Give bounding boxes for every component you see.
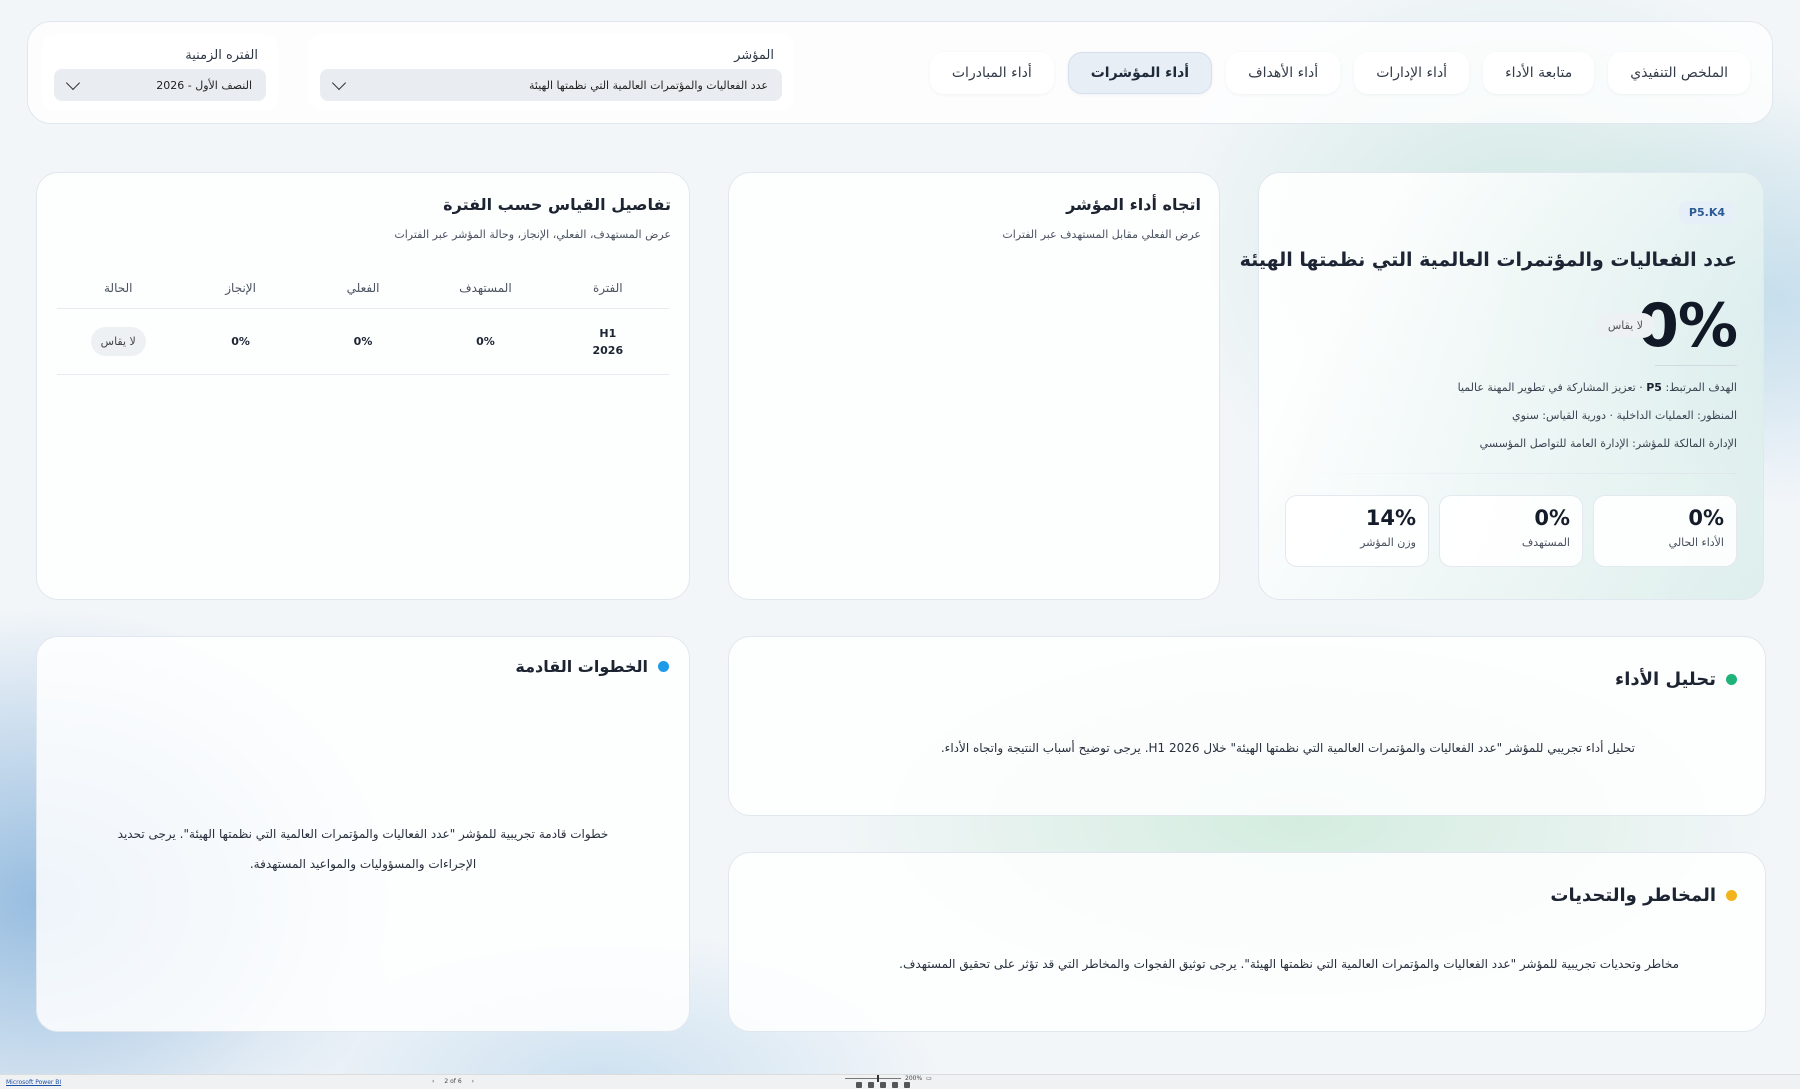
column-header-actual[interactable]: الفعلي xyxy=(302,281,424,295)
yellow-dot-icon xyxy=(1726,890,1737,901)
page-indicator: 2 of 6 xyxy=(444,1078,462,1085)
kpi-status-badge: لا يقاس xyxy=(1595,313,1655,338)
column-header-status[interactable]: الحالة xyxy=(57,281,179,295)
fit-page-icon[interactable]: ▭ xyxy=(926,1075,932,1082)
next-steps-card: الخطوات القادمة خطوات قادمة تجريبية للمؤ… xyxy=(36,636,690,1032)
stat-label: وزن المؤشر xyxy=(1360,536,1416,549)
period-half: H1 xyxy=(599,326,617,340)
next-steps-title: الخطوات القادمة xyxy=(515,657,648,676)
kpi-code-badge: P5.K4 xyxy=(1678,201,1735,224)
page-tabs: الملخص التنفيذي متابعة الأداء أداء الإدا… xyxy=(929,52,1750,94)
indicator-filter: المؤشر عدد الفعاليات والمؤتمرات العالمية… xyxy=(308,34,794,111)
prev-page-icon[interactable]: ‹ xyxy=(432,1078,434,1085)
cell-actual: 0% xyxy=(353,335,373,348)
next-steps-header: الخطوات القادمة xyxy=(515,657,669,676)
page-navigator: ‹ 2 of 6 › xyxy=(432,1078,474,1085)
stat-label: الأداء الحالي xyxy=(1668,536,1724,549)
next-page-icon[interactable]: › xyxy=(472,1078,474,1085)
zoom-slider[interactable] xyxy=(845,1075,901,1082)
stat-target: 0% المستهدف xyxy=(1439,495,1583,567)
goal-label: الهدف المرتبط: xyxy=(1665,381,1737,394)
email-icon[interactable] xyxy=(892,1082,898,1088)
details-title: تفاصيل القياس حسب الفترة xyxy=(443,195,671,214)
stat-value: 14% xyxy=(1365,506,1416,530)
period-filter-label: الفتره الزمنية xyxy=(185,48,258,63)
fullscreen-icon[interactable] xyxy=(904,1082,910,1088)
risks-title: المخاطر والتحديات xyxy=(1550,885,1716,906)
stat-value: 0% xyxy=(1688,506,1724,530)
zoom-level: 200% xyxy=(905,1075,923,1082)
measurement-details-card: تفاصيل القياس حسب الفترة عرض المستهدف، ا… xyxy=(36,172,690,600)
trend-subtitle: عرض الفعلي مقابل المستهدف عبر الفترات xyxy=(1002,228,1201,241)
details-subtitle: عرض المستهدف، الفعلي، الإنجاز، وحالة الم… xyxy=(394,228,671,241)
table-header-row: الفترة المستهدف الفعلي الإنجاز الحالة xyxy=(57,267,669,309)
status-badge: لا يقاس xyxy=(90,327,146,356)
chevron-down-icon xyxy=(331,75,347,90)
value-underline xyxy=(1655,365,1737,366)
risks-header: المخاطر والتحديات xyxy=(1550,885,1737,906)
facebook-icon[interactable] xyxy=(856,1082,862,1088)
kpi-linked-goal: الهدف المرتبط: P5 · تعزيز المشاركة في تط… xyxy=(1458,381,1737,394)
period-dropdown[interactable]: النصف الأول - 2026 xyxy=(54,69,266,101)
column-header-target[interactable]: المستهدف xyxy=(424,281,546,295)
next-steps-text: خطوات قادمة تجريبية للمؤشر "عدد الفعاليا… xyxy=(57,819,669,879)
zoom-slider-handle[interactable] xyxy=(877,1075,879,1082)
chevron-down-icon xyxy=(65,75,81,90)
risks-text: مخاطر وتحديات تجريبية للمؤشر "عدد الفعال… xyxy=(899,957,1679,971)
period-filter: الفتره الزمنية النصف الأول - 2026 xyxy=(42,34,278,111)
analysis-title: تحليل الأداء xyxy=(1615,669,1716,690)
stat-current-performance: 0% الأداء الحالي xyxy=(1593,495,1737,567)
indicator-trend-card: اتجاه أداء المؤشر عرض الفعلي مقابل المست… xyxy=(728,172,1220,600)
kpi-owner: الإدارة المالكة للمؤشر: الإدارة العامة ل… xyxy=(1479,437,1737,450)
risks-challenges-card: المخاطر والتحديات مخاطر وتحديات تجريبية … xyxy=(728,852,1766,1032)
tab-goals-performance[interactable]: أداء الأهداف xyxy=(1226,52,1341,94)
trend-title: اتجاه أداء المؤشر xyxy=(1066,195,1201,214)
green-dot-icon xyxy=(1726,674,1737,685)
tab-initiatives-performance[interactable]: أداء المبادرات xyxy=(929,52,1054,94)
zoom-control: 200% ▭ xyxy=(845,1075,932,1082)
kpi-summary-card: P5.K4 عدد الفعاليات والمؤتمرات العالمية … xyxy=(1240,172,1764,600)
cell-target: 0% xyxy=(476,335,495,348)
cell-achievement: 0% xyxy=(231,335,250,348)
stat-value: 0% xyxy=(1534,506,1570,530)
powerbi-link[interactable]: Microsoft Power BI xyxy=(6,1079,61,1086)
tab-departments-performance[interactable]: أداء الإدارات xyxy=(1354,52,1470,94)
stat-label: المستهدف xyxy=(1521,536,1570,549)
column-header-achievement[interactable]: الإنجاز xyxy=(179,281,301,295)
analysis-header: تحليل الأداء xyxy=(1615,669,1737,690)
tab-indicators-performance[interactable]: أداء المؤشرات xyxy=(1067,52,1213,94)
top-navigation-bar: الملخص التنفيذي متابعة الأداء أداء الإدا… xyxy=(27,21,1773,124)
linkedin-icon[interactable] xyxy=(880,1082,886,1088)
kpi-perspective: المنظور: العمليات الداخلية · دورية القيا… xyxy=(1511,409,1737,422)
cell-period: H1 2026 xyxy=(547,325,669,359)
cell-status: لا يقاس xyxy=(57,327,179,356)
period-dropdown-value: النصف الأول - 2026 xyxy=(156,78,252,92)
powerbi-footer: Microsoft Power BI ‹ 2 of 6 › 200% ▭ xyxy=(0,1074,1800,1089)
divider xyxy=(1287,473,1737,474)
kpi-title: عدد الفعاليات والمؤتمرات العالمية التي ن… xyxy=(1239,249,1737,271)
blue-dot-icon xyxy=(658,661,669,672)
period-year: 2026 xyxy=(592,343,624,357)
tab-executive-summary[interactable]: الملخص التنفيذي xyxy=(1608,52,1750,94)
stat-indicator-weight: 14% وزن المؤشر xyxy=(1285,495,1429,567)
table-row[interactable]: H1 2026 0% 0% 0% لا يقاس xyxy=(57,309,669,375)
goal-text: · تعزيز المشاركة في تطوير المهنة عالميا xyxy=(1457,381,1643,394)
details-table: الفترة المستهدف الفعلي الإنجاز الحالة H1… xyxy=(57,267,669,375)
next-steps-line-1: خطوات قادمة تجريبية للمؤشر "عدد الفعاليا… xyxy=(117,827,609,841)
goal-code: P5 xyxy=(1646,381,1662,394)
twitter-icon[interactable] xyxy=(868,1082,874,1088)
analysis-text: تحليل أداء تجريبي للمؤشر "عدد الفعاليات … xyxy=(940,741,1635,755)
share-icons xyxy=(856,1082,910,1088)
next-steps-line-2: الإجراءات والمسؤوليات والمواعيد المستهدف… xyxy=(249,857,477,871)
column-header-period[interactable]: الفترة xyxy=(547,281,669,295)
performance-analysis-card: تحليل الأداء تحليل أداء تجريبي للمؤشر "ع… xyxy=(728,636,1766,816)
indicator-filter-label: المؤشر xyxy=(734,48,774,63)
indicator-dropdown[interactable]: عدد الفعاليات والمؤتمرات العالمية التي ن… xyxy=(320,69,782,101)
indicator-dropdown-value: عدد الفعاليات والمؤتمرات العالمية التي ن… xyxy=(529,78,768,92)
tab-performance-tracking[interactable]: متابعة الأداء xyxy=(1483,52,1595,94)
